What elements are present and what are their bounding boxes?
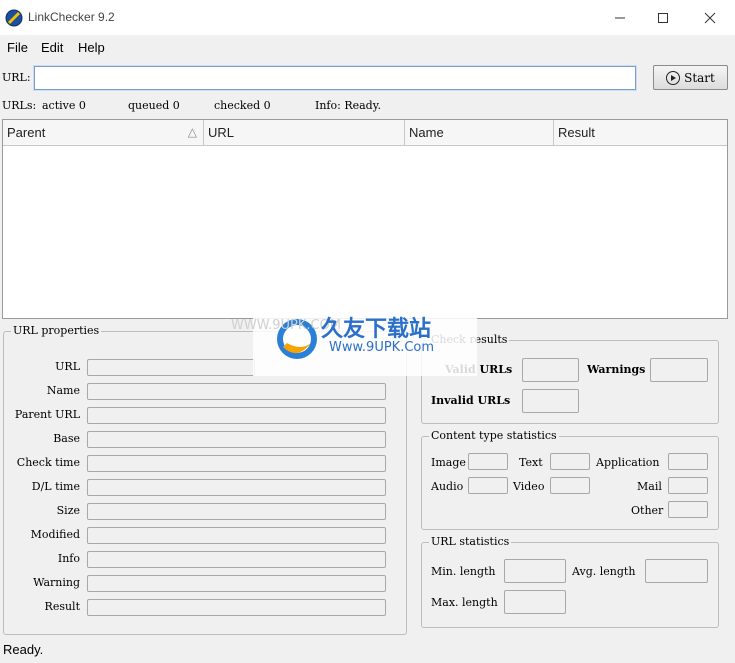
mail-count-field <box>668 477 708 494</box>
max-length-label: Max. length <box>431 596 498 609</box>
column-header-name[interactable]: Name <box>405 120 554 145</box>
queued-count: queued 0 <box>128 99 180 112</box>
property-field-d-l-time <box>87 479 386 496</box>
avg-length-field <box>645 559 708 583</box>
property-label-info: Info <box>57 552 80 565</box>
property-field-name <box>87 383 386 400</box>
property-label-name: Name <box>46 384 80 397</box>
audio-count-field <box>468 477 508 494</box>
warnings-label: Warnings <box>587 363 646 376</box>
play-icon <box>666 70 681 85</box>
invalid-urls-field <box>522 389 579 413</box>
menu-edit[interactable]: Edit <box>41 40 63 55</box>
active-count: active 0 <box>42 99 86 112</box>
max-length-field <box>504 590 566 614</box>
text-label: Text <box>519 456 543 469</box>
property-field-check-time <box>87 455 386 472</box>
property-label-d-l-time: D/L time <box>31 480 80 493</box>
property-field-result <box>87 599 386 616</box>
avg-length-label: Avg. length <box>572 565 636 578</box>
results-table[interactable]: Parent △ URL Name Result <box>2 119 728 319</box>
image-count-field <box>468 453 508 470</box>
video-count-field <box>550 477 590 494</box>
property-field-base <box>87 431 386 448</box>
maximize-button[interactable] <box>640 0 686 35</box>
column-header-parent[interactable]: Parent △ <box>3 120 204 145</box>
url-properties-title: URL properties <box>11 324 102 337</box>
watermark: WWW.9UPK.COM 久友下载站 Www.9UPK.Com <box>231 304 477 376</box>
property-label-check-time: Check time <box>16 456 80 469</box>
property-label-url: URL <box>55 360 80 373</box>
menu-file[interactable]: File <box>7 40 28 55</box>
min-length-label: Min. length <box>431 565 496 578</box>
image-label: Image <box>431 456 466 469</box>
warnings-field <box>650 358 708 382</box>
maximize-icon <box>658 12 668 23</box>
property-label-result: Result <box>44 600 80 613</box>
minimize-icon <box>615 17 625 18</box>
url-input[interactable] <box>33 65 637 91</box>
text-count-field <box>550 453 590 470</box>
linkchecker-app-icon <box>5 9 23 27</box>
invalid-urls-label: Invalid URLs <box>431 394 511 407</box>
min-length-field <box>504 559 566 583</box>
menu-bar <box>0 36 735 58</box>
start-button[interactable]: Start <box>653 65 728 90</box>
property-field-info <box>87 551 386 568</box>
mail-label: Mail <box>637 480 662 493</box>
url-statistics-group: URL statistics <box>421 535 719 628</box>
close-icon <box>704 12 716 23</box>
content-type-statistics-title: Content type statistics <box>429 429 559 442</box>
property-field-url <box>87 359 255 376</box>
property-label-base: Base <box>53 432 80 445</box>
property-label-modified: Modified <box>30 528 80 541</box>
property-label-warning: Warning <box>33 576 80 589</box>
audio-label: Audio <box>431 480 464 493</box>
application-label: Application <box>596 456 660 469</box>
checked-count: checked 0 <box>214 99 271 112</box>
info-status: Info: Ready. <box>315 99 381 112</box>
application-count-field <box>668 453 708 470</box>
url-label: URL: <box>2 71 31 84</box>
urls-label: URLs: <box>2 99 37 112</box>
watermark-brand: 久友下载站 <box>321 317 432 342</box>
window-title: LinkChecker 9.2 <box>28 10 115 24</box>
url-statistics-title: URL statistics <box>429 535 512 548</box>
sort-ascending-icon: △ <box>187 125 197 139</box>
property-field-warning <box>87 575 386 592</box>
video-label: Video <box>513 480 545 493</box>
close-button[interactable] <box>687 0 733 35</box>
other-label: Other <box>631 504 664 517</box>
column-header-url[interactable]: URL <box>204 120 405 145</box>
property-field-size <box>87 503 386 520</box>
property-field-parent-url <box>87 407 386 424</box>
property-label-size: Size <box>56 504 80 517</box>
valid-urls-field <box>522 358 579 382</box>
watermark-url: Www.9UPK.Com <box>329 340 435 355</box>
minimize-button[interactable] <box>597 0 643 35</box>
start-button-label: Start <box>684 70 715 85</box>
menu-help[interactable]: Help <box>78 40 105 55</box>
table-header: Parent △ URL Name Result <box>3 120 727 146</box>
property-label-parent-url: Parent URL <box>14 408 80 421</box>
property-field-modified <box>87 527 386 544</box>
column-header-result[interactable]: Result <box>554 120 727 145</box>
status-bar-text: Ready. <box>3 642 44 657</box>
other-count-field <box>668 501 708 518</box>
